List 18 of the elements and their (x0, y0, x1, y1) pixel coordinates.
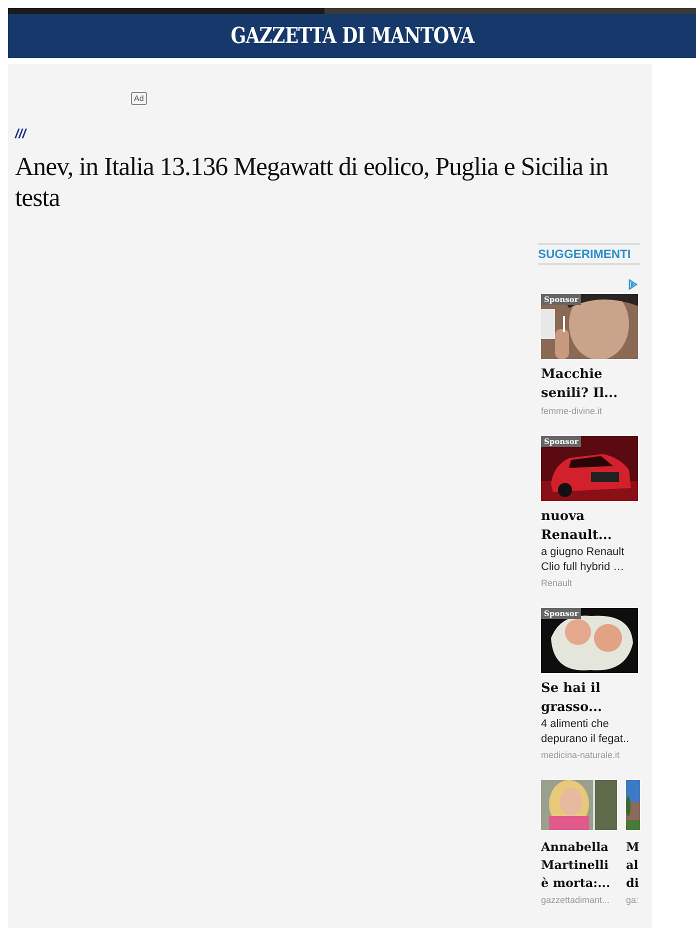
ad-choices-icon[interactable] (628, 279, 638, 290)
card-title[interactable]: M al di (626, 838, 640, 892)
card-source: gazzettadimant... (541, 895, 611, 905)
card-source: ga: (626, 895, 640, 905)
card-description: 4 alimenti che depurano il fegat.. (541, 717, 630, 747)
card-source: Renault (541, 578, 574, 588)
card-title[interactable]: Se hai il grasso... (541, 679, 640, 717)
card-title[interactable]: Annabella Martinelli è morta:... (541, 838, 617, 892)
section-mark: /// (15, 126, 28, 141)
card-description: a giugno Renault Clio full hybrid … (541, 545, 626, 575)
article-title: Anev, in Italia 13.136 Megawatt di eolico, Puglia e Sicilia in testa (15, 151, 610, 213)
card-title[interactable]: Macchie senili? Il... (541, 365, 640, 403)
card-source: medicina-naturale.it (541, 750, 621, 760)
section-heading: SUGGERIMENTI (538, 243, 640, 265)
card-source: femme-divine.it (541, 406, 604, 416)
site-logo[interactable]: GAZZETTA DI MANTOVA (230, 23, 474, 49)
card-title[interactable]: nuova Renault... (541, 507, 640, 545)
ad-label: Ad (131, 92, 147, 105)
